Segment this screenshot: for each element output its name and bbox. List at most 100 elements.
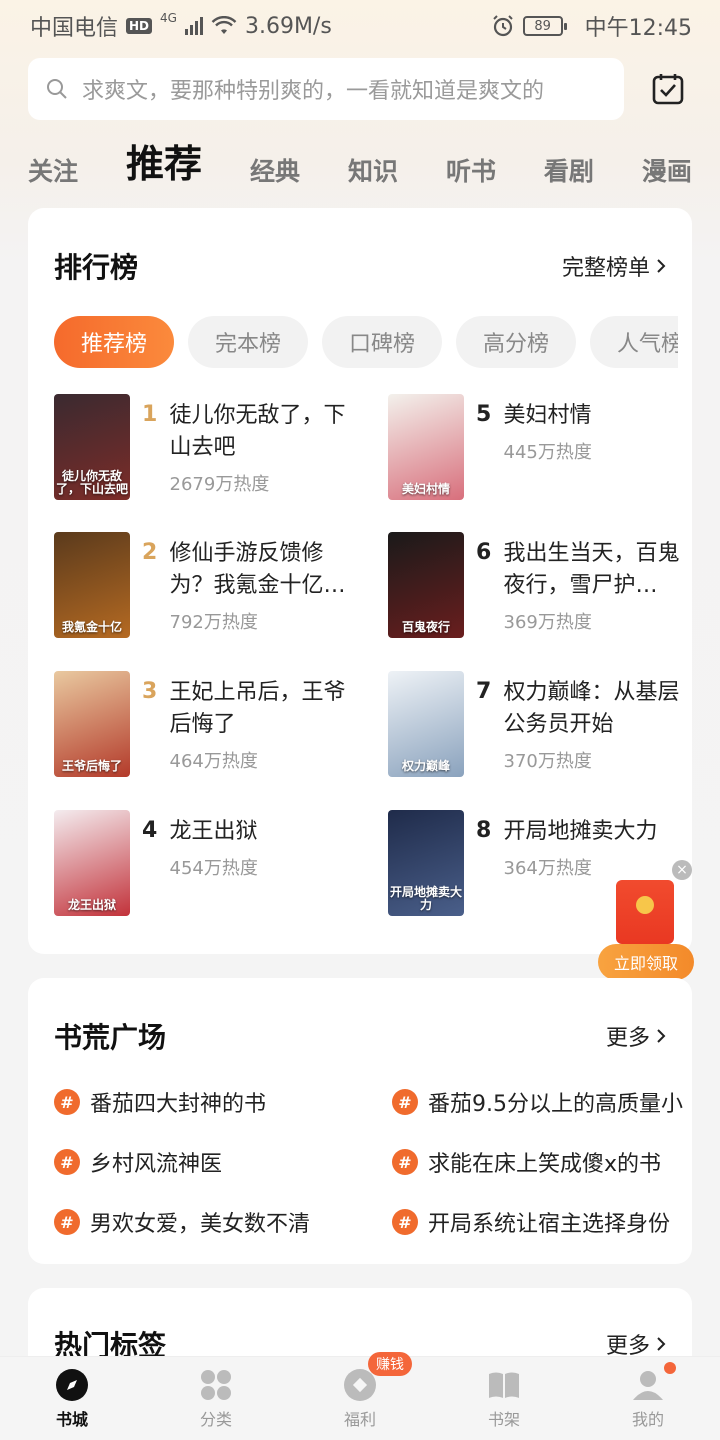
chevron-right-icon — [657, 259, 666, 273]
chip-recommend[interactable]: 推荐榜 — [54, 316, 174, 368]
compass-icon — [55, 1368, 89, 1402]
network-speed: 3.69M/s — [244, 13, 332, 39]
book-title: 王妃上吊后，王爷后悔了 — [169, 680, 346, 737]
red-packet-widget[interactable]: × 立即领取 — [598, 860, 694, 980]
ranking-card: 排行榜 完整榜单 推荐榜 完本榜 口碑榜 高分榜 人气榜 徒儿你无敌了，下山去吧… — [28, 208, 692, 954]
rank-number: 7 — [476, 679, 492, 704]
full-ranking-label: 完整榜单 — [561, 256, 650, 281]
rank-item[interactable]: 美妇村情 5 美妇村情 445万热度 — [388, 394, 688, 504]
chip-popular[interactable]: 人气榜 — [590, 316, 678, 368]
chip-reputation[interactable]: 口碑榜 — [322, 316, 442, 368]
book-heat: 370万热度 — [503, 751, 592, 772]
tab-comic[interactable]: 漫画 — [642, 152, 692, 196]
book-cover: 权力巅峰 — [388, 671, 464, 777]
rank-item[interactable]: 王爷后悔了 3 王妃上吊后，王爷后悔了 464万热度 — [54, 671, 354, 781]
book-title: 修仙手游反馈修为？我氪金十亿… — [169, 541, 346, 598]
network-type: 4G — [160, 11, 177, 25]
hot-tags-header: 热门标签 更多 — [28, 1288, 692, 1364]
ranking-grid: 徒儿你无敌了，下山去吧 1 徒儿你无敌了，下山去吧 2679万热度 我氪金十亿 … — [28, 394, 692, 954]
book-cover: 徒儿你无敌了，下山去吧 — [54, 394, 130, 500]
nav-welfare[interactable]: 赚钱 福利 — [300, 1351, 420, 1430]
book-square-more-link[interactable]: 更多 — [606, 1020, 666, 1052]
status-left: 中国电信 HD 4G 3.69M/s — [30, 10, 332, 42]
tab-recommend[interactable]: 推荐 — [126, 133, 202, 196]
topic-text: 开局系统让宿主选择身份 — [428, 1212, 671, 1237]
book-title: 权力巅峰：从基层公务员开始 — [503, 680, 680, 737]
topic-item[interactable]: # 男欢女爱，美女数不清 — [54, 1206, 354, 1238]
cover-title: 我氪金十亿 — [61, 619, 122, 634]
nav-label: 我的 — [631, 1409, 664, 1429]
search-icon — [47, 79, 67, 99]
rank-info: 修仙手游反馈修为？我氪金十亿… 792万热度 — [170, 532, 354, 642]
rank-info: 我出生当天，百鬼夜行，雪尸护… 369万热度 — [504, 532, 688, 642]
book-title: 开局地摊卖大力 — [503, 819, 658, 844]
status-right: 89 中午12:45 — [491, 10, 692, 42]
rank-item[interactable]: 我氪金十亿 2 修仙手游反馈修为？我氪金十亿… 792万热度 — [54, 532, 354, 642]
cover-title: 徒儿你无敌了，下山去吧 — [56, 468, 129, 496]
hashtag-icon: # — [54, 1089, 80, 1115]
rank-number: 6 — [476, 540, 492, 565]
checkin-calendar-button[interactable] — [648, 69, 688, 109]
book-heat: 464万热度 — [169, 751, 258, 772]
topic-text: 乡村风流神医 — [90, 1152, 223, 1177]
search-input[interactable]: 求爽文，要那种特别爽的，一看就知道是爽文的 — [28, 58, 624, 120]
ranking-chips: 推荐榜 完本榜 口碑榜 高分榜 人气榜 — [28, 316, 678, 368]
tab-classic[interactable]: 经典 — [250, 152, 300, 196]
cover-title: 开局地摊卖大力 — [390, 884, 463, 912]
wifi-icon — [211, 16, 237, 34]
topic-item[interactable]: # 番茄9.5分以上的高质量小 — [392, 1086, 692, 1118]
signal-icon — [184, 17, 203, 35]
battery-icon: 89 — [522, 16, 567, 36]
book-heat: 2679万热度 — [169, 474, 270, 495]
rank-number: 5 — [476, 402, 492, 427]
rank-info: 龙王出狱 454万热度 — [170, 810, 354, 920]
nav-bookstore[interactable]: 书城 — [12, 1368, 132, 1430]
topic-text: 番茄9.5分以上的高质量小 — [428, 1092, 683, 1117]
claim-now-button[interactable]: 立即领取 — [598, 944, 694, 980]
hashtag-icon: # — [392, 1089, 418, 1115]
book-cover: 龙王出狱 — [54, 810, 130, 916]
rank-item[interactable]: 徒儿你无敌了，下山去吧 1 徒儿你无敌了，下山去吧 2679万热度 — [54, 394, 354, 504]
clock: 中午12:45 — [584, 16, 692, 41]
rank-item[interactable]: 百鬼夜行 6 我出生当天，百鬼夜行，雪尸护… 369万热度 — [388, 532, 688, 642]
category-tabs: 关注 推荐 经典 知识 听书 看剧 漫画 — [28, 136, 692, 196]
topic-item[interactable]: # 乡村风流神医 — [54, 1146, 354, 1178]
book-title: 徒儿你无敌了，下山去吧 — [169, 403, 346, 460]
full-ranking-link[interactable]: 完整榜单 — [562, 250, 666, 282]
rank-item[interactable]: 龙王出狱 4 龙王出狱 454万热度 — [54, 810, 354, 920]
close-icon[interactable]: × — [672, 860, 692, 880]
book-cover: 百鬼夜行 — [388, 532, 464, 638]
search-placeholder: 求爽文，要那种特别爽的，一看就知道是爽文的 — [82, 79, 545, 104]
ranking-title: 排行榜 — [54, 251, 139, 284]
chip-completed[interactable]: 完本榜 — [188, 316, 308, 368]
nav-label: 书城 — [55, 1409, 88, 1429]
hd-badge: HD — [126, 18, 153, 34]
ranking-header: 排行榜 完整榜单 — [28, 208, 692, 286]
nav-label: 福利 — [343, 1409, 376, 1429]
tab-knowledge[interactable]: 知识 — [348, 152, 398, 196]
nav-label: 分类 — [199, 1409, 232, 1429]
nav-mine[interactable]: 我的 — [588, 1361, 708, 1430]
topic-item[interactable]: # 番茄四大封神的书 — [54, 1086, 354, 1118]
topic-list: # 番茄四大封神的书 # 番茄9.5分以上的高质量小 # 乡村风流神医 # 求能… — [28, 1086, 692, 1266]
book-cover: 我氪金十亿 — [54, 532, 130, 638]
tab-drama[interactable]: 看剧 — [544, 152, 594, 196]
book-title: 我出生当天，百鬼夜行，雪尸护… — [503, 541, 680, 598]
chip-high-score[interactable]: 高分榜 — [456, 316, 576, 368]
cover-title: 权力巅峰 — [401, 758, 450, 773]
book-icon — [487, 1368, 521, 1402]
book-heat: 454万热度 — [169, 858, 258, 879]
tab-follow[interactable]: 关注 — [28, 152, 78, 196]
nav-category[interactable]: 分类 — [156, 1368, 276, 1430]
topic-item[interactable]: # 求能在床上笑成傻x的书 — [392, 1146, 692, 1178]
nav-bookshelf[interactable]: 书架 — [444, 1368, 564, 1430]
nav-label: 书架 — [487, 1409, 520, 1429]
rank-info: 徒儿你无敌了，下山去吧 2679万热度 — [170, 394, 354, 504]
carrier-label: 中国电信 — [30, 16, 119, 41]
tab-audiobook[interactable]: 听书 — [446, 152, 496, 196]
rank-item[interactable]: 权力巅峰 7 权力巅峰：从基层公务员开始 370万热度 — [388, 671, 688, 781]
topic-item[interactable]: # 开局系统让宿主选择身份 — [392, 1206, 692, 1238]
calendar-check-icon — [652, 74, 684, 105]
rank-number: 8 — [476, 818, 492, 843]
rank-number: 1 — [142, 402, 158, 427]
